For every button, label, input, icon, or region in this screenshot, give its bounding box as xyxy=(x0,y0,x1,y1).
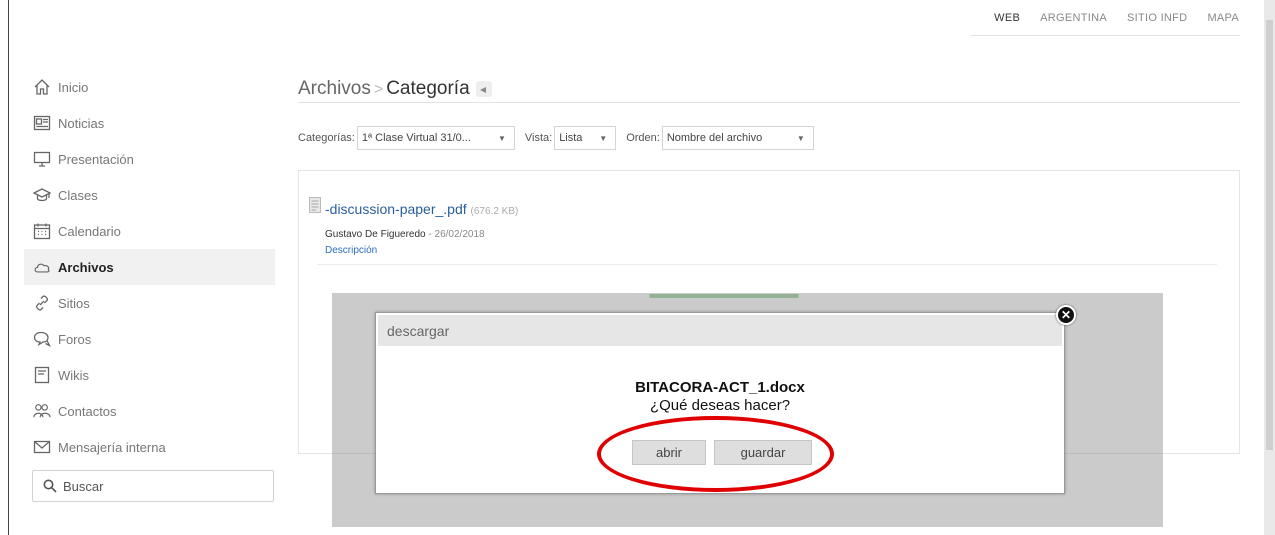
sidebar-item-label: Archivos xyxy=(58,259,114,275)
chevron-down-icon: ▼ xyxy=(497,133,506,143)
file-author: Gustavo De Figueredo xyxy=(325,229,426,240)
breadcrumb-separator: > xyxy=(373,81,384,98)
file-date: - 26/02/2018 xyxy=(428,229,485,240)
categories-select[interactable]: 1ª Clase Virtual 31/0... ▼ xyxy=(356,126,515,150)
view-value: Lista xyxy=(559,132,583,144)
sidebar-item-label: Mensajería interna xyxy=(58,439,166,455)
sidebar-item-clases[interactable]: Clases xyxy=(32,177,275,213)
chevron-down-icon: ▼ xyxy=(599,133,608,143)
sidebar: Inicio Noticias Presentación Clases Cale… xyxy=(24,69,275,465)
sidebar-search-button[interactable]: Buscar xyxy=(32,470,274,502)
sidebar-item-label: Presentación xyxy=(58,151,134,167)
sidebar-item-archivos[interactable]: Archivos xyxy=(24,249,275,285)
sidebar-item-label: Noticias xyxy=(58,115,105,131)
dialog-filename: BITACORA-ACT_1.docx xyxy=(635,379,805,396)
sidebar-item-wikis[interactable]: Wikis xyxy=(32,357,275,393)
order-value: Nombre del archivo xyxy=(666,132,763,144)
order-label: Orden: xyxy=(626,132,660,144)
chat-bubbles-icon xyxy=(32,330,52,348)
sidebar-item-foros[interactable]: Foros xyxy=(32,321,275,357)
home-icon xyxy=(32,78,52,96)
top-nav-sitio-infd[interactable]: SITIO INFD xyxy=(1127,12,1187,24)
breadcrumb-root[interactable]: Archivos xyxy=(298,78,371,99)
vertical-scrollbar[interactable] xyxy=(1264,0,1275,535)
top-nav: WEB ARGENTINA SITIO INFD MAPA xyxy=(994,12,1239,24)
top-nav-argentina[interactable]: ARGENTINA xyxy=(1040,12,1107,24)
close-icon[interactable]: ✕ xyxy=(1056,305,1076,325)
document-icon xyxy=(309,197,321,213)
file-divider xyxy=(317,264,1217,265)
top-nav-mapa[interactable]: MAPA xyxy=(1207,12,1239,24)
file-name[interactable]: -discussion-paper_.pdf xyxy=(325,201,467,217)
envelope-icon xyxy=(32,438,52,456)
sidebar-item-label: Contactos xyxy=(58,403,117,419)
breadcrumb: Archivos > Categoría xyxy=(298,78,492,100)
top-nav-divider xyxy=(970,35,1240,36)
sidebar-item-mensajeria-interna[interactable]: Mensajería interna xyxy=(32,429,275,465)
sidebar-item-sitios[interactable]: Sitios xyxy=(32,285,275,321)
sidebar-item-label: Sitios xyxy=(58,295,90,311)
file-description-link[interactable]: Descripción xyxy=(325,245,377,256)
dialog-title: descargar xyxy=(378,315,1062,346)
categories-label: Categorías: xyxy=(298,132,355,144)
chevron-down-icon: ▼ xyxy=(796,133,805,143)
file-name-link[interactable]: -discussion-paper_.pdf (676.2 KB) xyxy=(325,201,518,217)
breadcrumb-divider xyxy=(298,102,1240,103)
file-size: (676.2 KB) xyxy=(470,206,519,217)
top-nav-web[interactable]: WEB xyxy=(994,12,1020,24)
sidebar-item-contactos[interactable]: Contactos xyxy=(32,393,275,429)
view-select[interactable]: Lista ▼ xyxy=(554,126,617,150)
sidebar-item-label: Calendario xyxy=(58,223,121,239)
breadcrumb-current: Categoría xyxy=(386,78,470,99)
view-label: Vista: xyxy=(524,132,553,144)
sidebar-item-label: Inicio xyxy=(58,79,89,95)
cloud-icon xyxy=(32,258,52,276)
sidebar-item-calendario[interactable]: Calendario xyxy=(32,213,275,249)
link-icon xyxy=(32,294,52,312)
dialog-question: ¿Qué deseas hacer? xyxy=(649,397,791,414)
sidebar-item-label: Clases xyxy=(58,187,98,203)
sidebar-item-presentacion[interactable]: Presentación xyxy=(32,141,275,177)
graduation-cap-icon xyxy=(32,186,52,204)
scrollbar-thumb[interactable] xyxy=(1266,20,1273,450)
search-label: Buscar xyxy=(63,478,104,494)
filter-bar: Categorías: 1ª Clase Virtual 31/0... ▼ Vi… xyxy=(298,126,824,150)
highlight-oval xyxy=(597,416,834,492)
order-select[interactable]: Nombre del archivo ▼ xyxy=(661,126,814,150)
categories-value: 1ª Clase Virtual 31/0... xyxy=(361,132,471,144)
wiki-page-icon xyxy=(32,366,52,384)
sidebar-item-label: Wikis xyxy=(58,367,90,383)
sidebar-item-label: Foros xyxy=(58,331,92,347)
sidebar-item-noticias[interactable]: Noticias xyxy=(32,105,275,141)
sidebar-item-inicio[interactable]: Inicio xyxy=(32,69,275,105)
search-icon xyxy=(43,479,57,493)
people-icon xyxy=(32,402,52,420)
calendar-icon xyxy=(32,222,52,240)
file-meta: Gustavo De Figueredo - 26/02/2018 xyxy=(325,229,485,240)
monitor-icon xyxy=(32,150,52,168)
newspaper-icon xyxy=(32,114,52,132)
back-arrow-icon[interactable] xyxy=(475,80,492,97)
